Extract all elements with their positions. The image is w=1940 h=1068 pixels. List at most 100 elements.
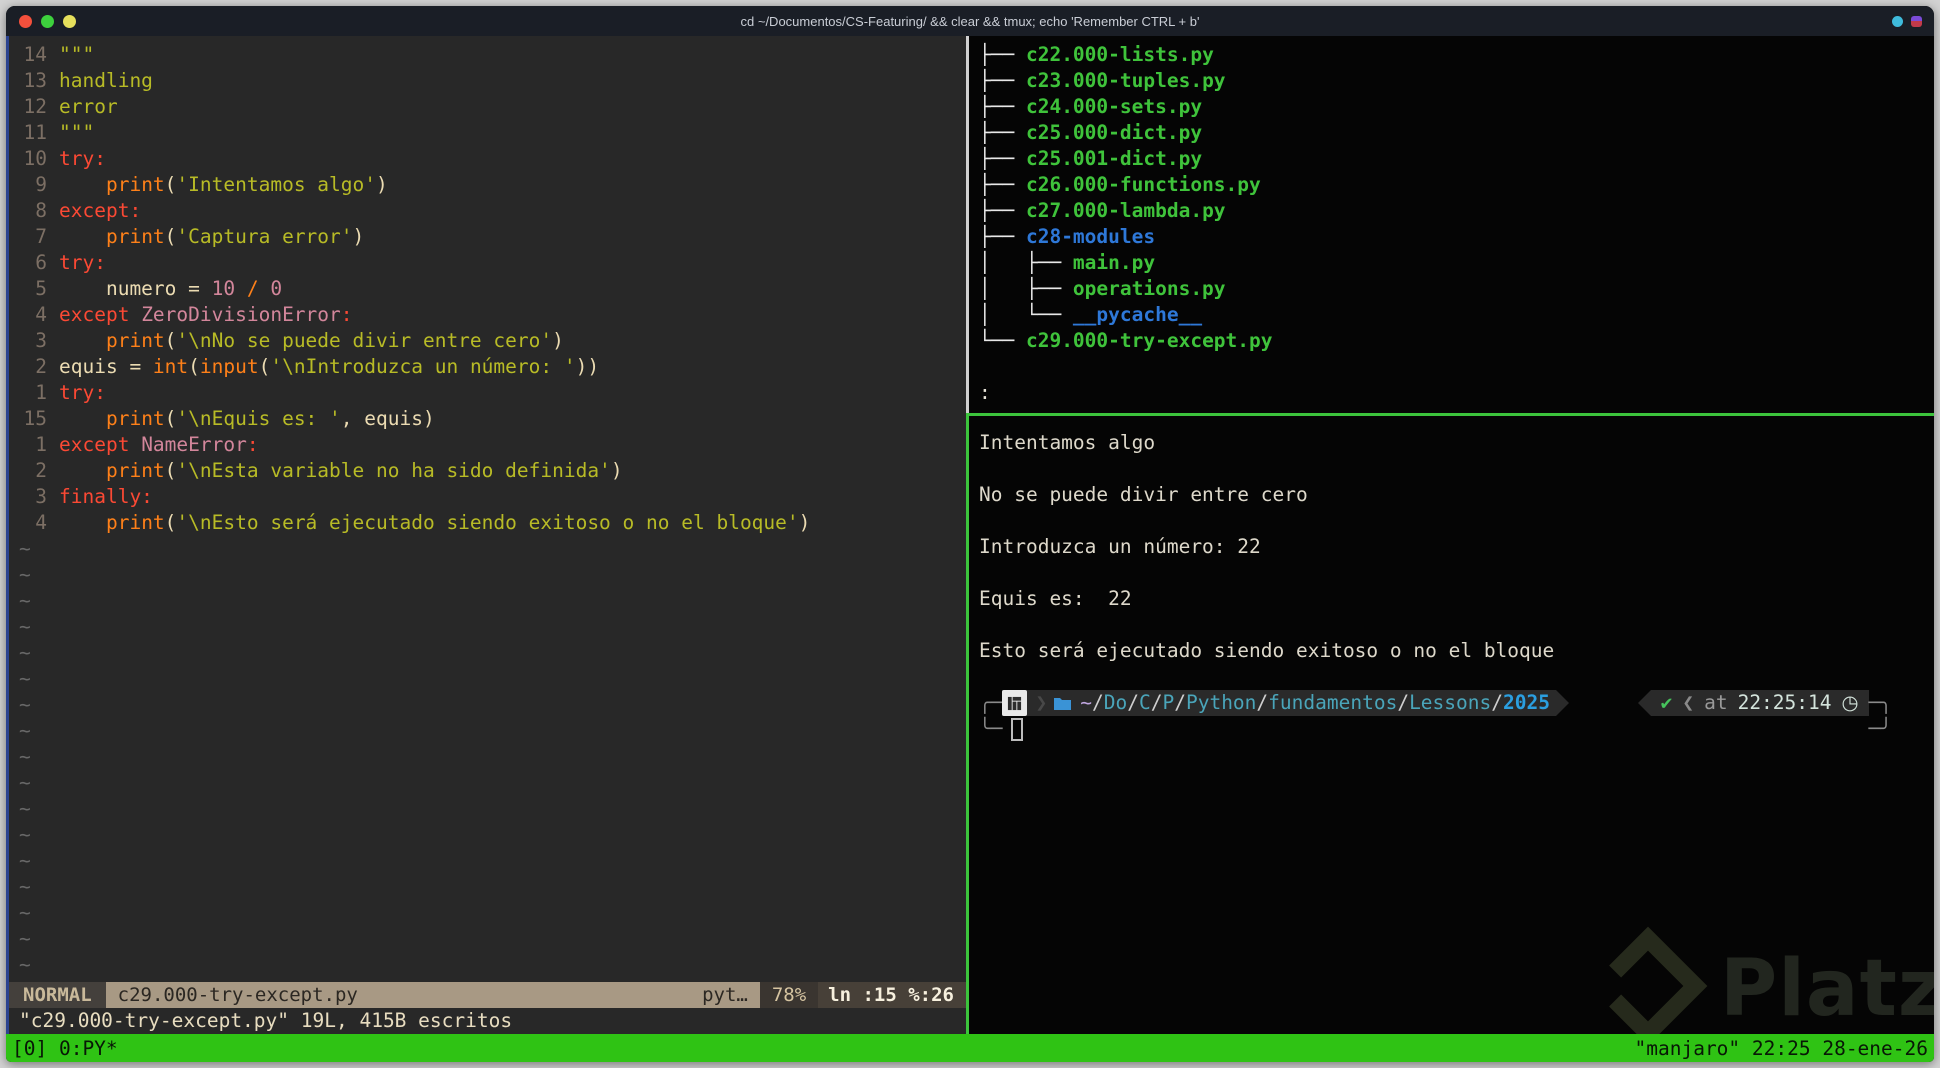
code-line: 5 numero = 10 / 0 — [19, 276, 966, 302]
tree-file-name: c25.001-dict.py — [1025, 147, 1203, 170]
tree-item: ├── c23.000-tuples.py — [979, 69, 1226, 92]
vim-mode-indicator: NORMAL — [9, 982, 106, 1008]
prompt-frame-top-left: ╭─ — [979, 691, 1003, 714]
code-line: 8 except: — [19, 198, 966, 224]
tree-file-name: c23.000-tuples.py — [1025, 69, 1226, 92]
tree-file-name: c29.000-try-except.py — [1025, 329, 1273, 352]
code-line: 6 try: — [19, 250, 966, 276]
code-line: 11 """ — [19, 120, 966, 146]
shell-input-line: ╰─ ─╯ — [979, 716, 1934, 742]
close-button[interactable] — [19, 14, 32, 28]
tree-file-name: main.py — [1072, 251, 1156, 274]
tree-file-name: c22.000-lists.py — [1025, 43, 1214, 66]
code-line: 12 error — [19, 94, 966, 120]
shell-prompt-line: ╭─ ❯ ~/Do/C/P/Python/fundamentos/Lessons… — [979, 690, 1934, 716]
code-line: 4 print('\nEsto será ejecutado siendo ex… — [19, 510, 966, 536]
tmux-session-window[interactable]: [0] 0:PY* — [12, 1037, 118, 1060]
terminal-window: cd ~/Documentos/CS-Featuring/ && clear &… — [6, 6, 1934, 1062]
line-number: 5 — [35, 277, 47, 300]
shell-pane[interactable]: Intentamos algo No se puede divir entre c… — [969, 416, 1934, 1034]
line-number: 12 — [23, 95, 47, 118]
prompt-at-label: at — [1704, 691, 1728, 714]
empty-line-tilde: ~ — [19, 615, 31, 638]
tree-item: │ ├── main.py — [979, 251, 1156, 274]
tree-output-pane[interactable]: ├── c22.000-lists.py ├── c23.000-tuples.p… — [969, 36, 1934, 413]
line-number: 1 — [35, 433, 47, 456]
tree-file-name: operations.py — [1072, 277, 1226, 300]
platzi-watermark-text: Platzi — [1720, 944, 1934, 1034]
prompt-right-segment: ✔ ❮ at 22:25:14 ◷ — [1650, 690, 1869, 716]
empty-line-tilde: ~ — [19, 875, 31, 898]
line-number: 2 — [35, 355, 47, 378]
code-line: 1 except NameError: — [19, 432, 966, 458]
code-line: 10 try: — [19, 146, 966, 172]
pager-prompt[interactable]: : — [979, 380, 1934, 406]
empty-line-tilde: ~ — [19, 719, 31, 742]
tree-item: ├── c27.000-lambda.py — [979, 199, 1226, 222]
window-titlebar: cd ~/Documentos/CS-Featuring/ && clear &… — [6, 6, 1934, 36]
vim-message-line: "c29.000-try-except.py" 19L, 415B escrit… — [19, 1009, 513, 1032]
code-line: 13 handling — [19, 68, 966, 94]
shell-output: Intentamos algo No se puede divir entre c… — [979, 430, 1934, 664]
tree-item: ├── c28-modules — [979, 225, 1156, 248]
prompt-segment-arrow — [1555, 690, 1569, 716]
terminal-cursor[interactable] — [1011, 717, 1024, 741]
prompt-frame-bottom-left: ╰─ — [979, 717, 1003, 740]
code-line: 4 except ZeroDivisionError: — [19, 302, 966, 328]
vim-filename-segment: c29.000-try-except.py pyt… — [105, 982, 760, 1008]
file-tree: ├── c22.000-lists.py ├── c23.000-tuples.p… — [979, 42, 1934, 354]
prompt-frame-bottom-right: ─╯ — [1868, 717, 1892, 740]
empty-line-tilde: ~ — [19, 901, 31, 924]
tree-item: ├── c24.000-sets.py — [979, 95, 1203, 118]
code-line: 2 equis = int(input('\nIntroduzca un núme… — [19, 354, 966, 380]
empty-line-tilde: ~ — [19, 589, 31, 612]
tree-file-name: c25.000-dict.py — [1025, 121, 1203, 144]
line-number: 4 — [35, 511, 47, 534]
line-number: 3 — [35, 485, 47, 508]
traffic-lights — [19, 14, 76, 28]
output-line: Intentamos algo — [979, 431, 1156, 454]
vim-pane[interactable]: 14 """ 13 handling 12 error 11 """ 10 try: 9 print… — [6, 36, 966, 1034]
tree-file-name: c26.000-functions.py — [1025, 173, 1261, 196]
tree-item: └── c29.000-try-except.py — [979, 329, 1273, 352]
output-line: Introduzca un número: 22 — [979, 535, 1261, 558]
prompt-right-separator: ❮ — [1682, 691, 1695, 714]
tree-directory-name: c28-modules — [1025, 225, 1156, 248]
empty-line-tilde: ~ — [19, 823, 31, 846]
code-line: 1 try: — [19, 380, 966, 406]
code-line: 3 finally: — [19, 484, 966, 510]
tree-file-name: c27.000-lambda.py — [1025, 199, 1226, 222]
window-title: cd ~/Documentos/CS-Featuring/ && clear &… — [740, 13, 1200, 29]
line-number: 15 — [23, 407, 47, 430]
empty-line-tilde: ~ — [19, 849, 31, 872]
prompt-frame-top-right: ─╮ — [1868, 691, 1892, 714]
tree-file-name: c24.000-sets.py — [1025, 95, 1203, 118]
code-line: 15 print('\nEquis es: ', equis) — [19, 406, 966, 432]
minimize-button[interactable] — [63, 14, 76, 28]
line-number: 1 — [35, 381, 47, 404]
prompt-time: 22:25:14 — [1737, 691, 1832, 714]
vim-filetype: pyt… — [702, 984, 748, 1006]
tmux-workspace: 14 """ 13 handling 12 error 11 """ 10 try: 9 print… — [6, 36, 1934, 1034]
line-number: 10 — [23, 147, 47, 170]
tmux-host-datetime: "manjaro" 22:25 28-ene-26 — [1634, 1036, 1929, 1060]
titlebar-status-icon[interactable] — [1892, 15, 1903, 27]
line-number: 7 — [35, 225, 47, 248]
empty-line-tilde: ~ — [19, 563, 31, 586]
line-number: 4 — [35, 303, 47, 326]
output-line: Esto será ejecutado siendo exitoso o no … — [979, 639, 1555, 662]
empty-line-tilde: ~ — [19, 771, 31, 794]
line-number: 11 — [23, 121, 47, 144]
titlebar-layout-icon[interactable] — [1911, 15, 1922, 27]
code-line: 3 print('\nNo se puede divir entre cero'… — [19, 328, 966, 354]
manjaro-logo-icon — [1002, 690, 1028, 716]
platzi-watermark: Platzi — [1588, 926, 1934, 1034]
empty-line-tilde: ~ — [19, 641, 31, 664]
vim-buffer[interactable]: 14 """ 13 handling 12 error 11 """ 10 try: 9 print… — [9, 36, 966, 982]
output-line: Equis es: 22 — [979, 587, 1132, 610]
maximize-button[interactable] — [41, 14, 54, 28]
code-line: 7 print('Captura error') — [19, 224, 966, 250]
tmux-status-bar: [0] 0:PY* "manjaro" 22:25 28-ene-26 — [6, 1034, 1934, 1062]
